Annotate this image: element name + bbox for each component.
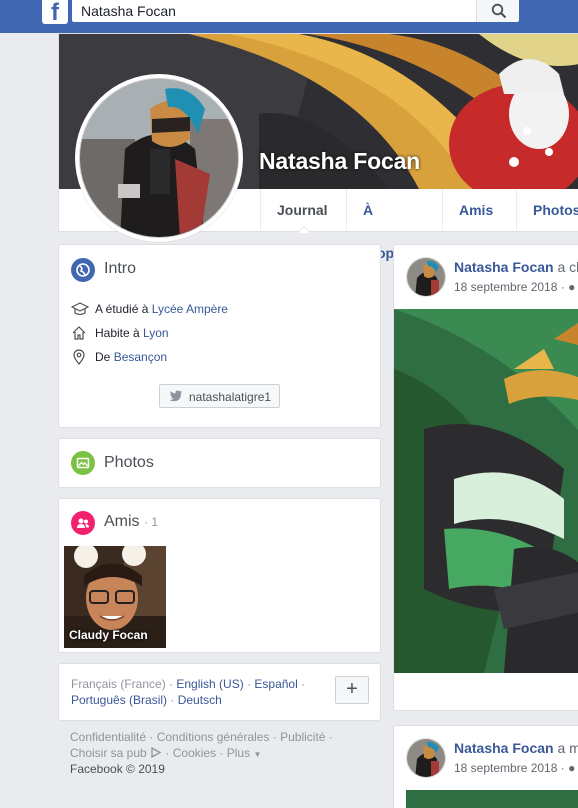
graduation-cap-icon	[71, 302, 89, 316]
language-espanol[interactable]: Español	[254, 677, 297, 691]
profile-picture[interactable]	[75, 74, 243, 242]
footer-cookies-more[interactable]: · Cookies · Plus	[162, 746, 250, 760]
language-selector-card: Français (France) · English (US) · Españ…	[58, 663, 381, 721]
current-language: Français (France)	[71, 677, 166, 691]
footer-links-2[interactable]: Choisir sa pub · Cookies · Plus ▼	[70, 746, 261, 760]
intro-studied-label: A étudié à	[95, 302, 152, 316]
friends-count: · 1	[144, 515, 159, 529]
intro-card: Intro A étudié à Lycée Ampère Habite à L…	[58, 244, 381, 428]
tab-amis[interactable]: Amis	[442, 189, 509, 232]
language-portugues[interactable]: Português (Brasil)	[71, 693, 167, 707]
twitter-icon	[169, 390, 182, 402]
photo-icon	[71, 451, 95, 475]
twitter-handle: natashalatigre1	[189, 390, 272, 404]
language-line-1: Français (France) · English (US) · Españ…	[71, 677, 306, 691]
friends-card: Amis · 1 Claudy Focan	[58, 498, 381, 653]
search-box[interactable]: Natasha Focan	[72, 0, 476, 22]
search-icon	[491, 3, 507, 19]
post-author-name[interactable]: Natasha Focan a m	[454, 740, 578, 756]
profile-name[interactable]: Natasha Focan	[259, 148, 420, 175]
location-pin-icon	[73, 349, 85, 365]
post-date[interactable]: 18 septembre 2018 · ●	[454, 761, 575, 775]
profile-header: Natasha Focan Journal À propos Amis Phot…	[58, 33, 578, 261]
language-line-2: Português (Brasil) · Deutsch	[71, 693, 222, 707]
chevron-down-icon: ▼	[253, 750, 262, 759]
globe-icon: ●	[568, 280, 576, 294]
friends-title-text: Amis	[104, 513, 140, 530]
more-languages-button[interactable]: +	[335, 676, 369, 704]
footer-links-1[interactable]: Confidentialité · Conditions générales ·…	[70, 730, 333, 744]
profile-picture-image	[79, 78, 239, 238]
intro-title: Intro	[104, 260, 137, 277]
post-card: Natasha Focan a cl 18 septembre 2018 · ●	[393, 244, 578, 711]
post-image[interactable]	[394, 309, 578, 673]
ad-choices-link[interactable]: Choisir sa pub	[70, 746, 147, 760]
friends-icon	[71, 511, 95, 535]
photos-card: Photos	[58, 438, 381, 488]
search-button[interactable]	[476, 0, 519, 22]
hometown-link[interactable]: Besançon	[114, 350, 167, 364]
post-date[interactable]: 18 septembre 2018 · ●	[454, 280, 575, 294]
friend-name[interactable]: Claudy Focan	[69, 628, 148, 642]
friend-tile[interactable]: Claudy Focan	[64, 546, 166, 648]
footer-copyright: Facebook © 2019	[70, 762, 165, 776]
facebook-logo-letter: f	[51, 0, 59, 24]
school-link[interactable]: Lycée Ampère	[152, 302, 228, 316]
post-card: Natasha Focan a m 18 septembre 2018 · ●	[393, 725, 578, 808]
globe-icon: ●	[568, 761, 576, 775]
post-image[interactable]	[406, 790, 578, 808]
intro-lives-label: Habite à	[95, 326, 144, 340]
ad-choices-icon	[151, 746, 162, 759]
language-deutsch[interactable]: Deutsch	[178, 693, 222, 707]
post-author-avatar[interactable]	[406, 257, 446, 297]
search-input[interactable]: Natasha Focan	[81, 3, 176, 19]
intro-from-label: De	[95, 350, 114, 364]
friends-title[interactable]: Amis · 1	[104, 513, 158, 531]
facebook-logo[interactable]: f	[42, 0, 68, 24]
globe-icon	[71, 258, 95, 282]
language-english[interactable]: English (US)	[176, 677, 243, 691]
city-link[interactable]: Lyon	[143, 326, 169, 340]
photos-title[interactable]: Photos	[104, 454, 154, 472]
post-author-avatar[interactable]	[406, 738, 446, 778]
tab-a-propos[interactable]: À propos	[346, 189, 426, 261]
home-icon	[72, 326, 86, 340]
active-tab-caret	[297, 226, 311, 233]
twitter-button[interactable]: natashalatigre1	[159, 384, 280, 408]
top-navigation-bar: f Natasha Focan	[0, 0, 578, 33]
post-author-name[interactable]: Natasha Focan a cl	[454, 259, 578, 275]
tab-photos[interactable]: Photos	[516, 189, 578, 232]
